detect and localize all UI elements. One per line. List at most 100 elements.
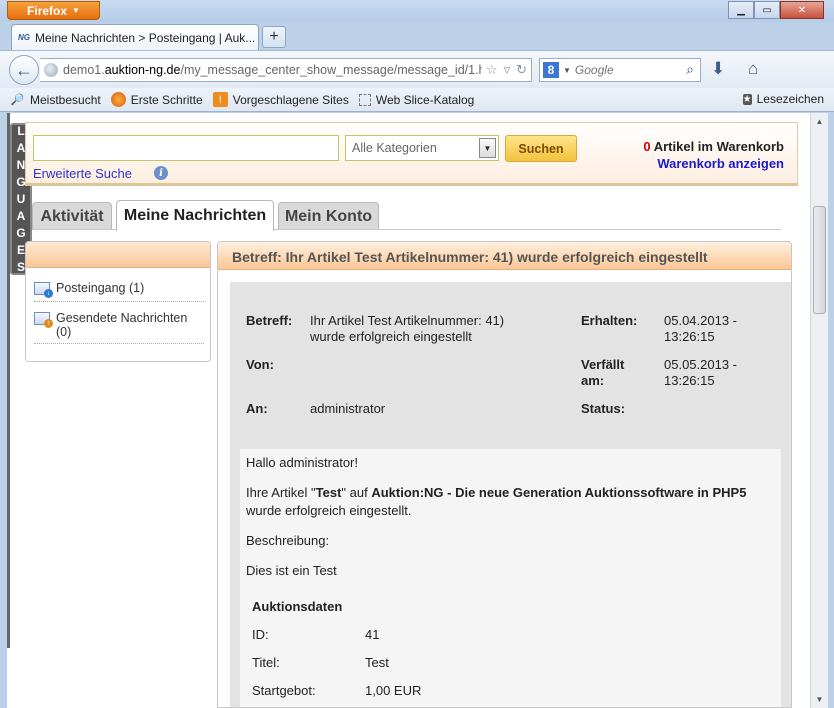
- lightbulb-icon: !: [212, 92, 228, 107]
- search-button[interactable]: Suchen: [505, 135, 577, 162]
- close-window-button[interactable]: ✕: [780, 1, 824, 19]
- vertical-scrollbar[interactable]: ▲ ▼: [810, 113, 828, 708]
- category-select[interactable]: Alle Kategorien ▼: [345, 135, 499, 161]
- subject-line-2: wurde erfolgreich eingestellt: [310, 329, 472, 344]
- bookmark-label: Vorgeschlagene Sites: [232, 92, 349, 107]
- new-tab-button[interactable]: +: [262, 26, 286, 48]
- body-intro-item: Test: [315, 485, 342, 500]
- site-header: Alle Kategorien ▼ Suchen Erweiterte Such…: [25, 122, 798, 186]
- scrollbar-thumb[interactable]: [813, 206, 826, 314]
- message-details: Betreff: Ihr Artikel Test Artikelnummer:…: [230, 282, 791, 707]
- google-engine-icon[interactable]: 8: [543, 62, 559, 78]
- received-line-1: 05.04.2013 -: [664, 313, 738, 328]
- body-greeting: Hallo administrator!: [246, 455, 358, 470]
- browser-tab-active[interactable]: NG Meine Nachrichten > Posteingang | Auk…: [11, 24, 259, 50]
- cart-summary: 0 Artikel im Warenkorb: [643, 139, 784, 154]
- chevron-down-icon[interactable]: ▼: [479, 138, 496, 158]
- auction-data-value: 41: [365, 627, 380, 642]
- auction-data-value: Test: [365, 655, 389, 670]
- languages-letter: E: [16, 242, 25, 257]
- sidebar-item-sent[interactable]: ↑ Gesendete Nachrichten (0): [34, 311, 204, 344]
- dropdown-icon[interactable]: ▿: [504, 62, 511, 78]
- maximize-button[interactable]: ▭: [754, 1, 780, 19]
- scroll-up-icon[interactable]: ▲: [811, 113, 828, 130]
- sidebar-item-inbox[interactable]: ↓ Posteingang (1): [34, 281, 204, 302]
- web-slice-icon: [358, 93, 371, 106]
- url-domain: auktion-ng.de: [104, 63, 181, 77]
- bookmark-most-visited[interactable]: 🔎 Meistbesucht: [10, 92, 101, 107]
- bookmark-label: Web Slice-Katalog: [375, 92, 475, 107]
- bookmarks-toolbar: 🔎 Meistbesucht Erste Schritte ! Vorgesch…: [0, 88, 834, 112]
- web-search-input[interactable]: [574, 63, 675, 77]
- chevron-down-icon[interactable]: ▼: [563, 66, 571, 75]
- bookmark-getting-started[interactable]: Erste Schritte: [110, 92, 203, 107]
- browser-tabstrip: NG Meine Nachrichten > Posteingang | Auk…: [0, 22, 834, 50]
- auction-data-value: 1,00 EUR: [365, 683, 422, 698]
- globe-icon: [44, 63, 58, 77]
- back-button[interactable]: ←: [9, 55, 39, 85]
- sent-envelope-icon: ↑: [34, 312, 53, 328]
- sidebar-item-label: Posteingang (1): [56, 281, 145, 295]
- auction-data-label: Titel:: [252, 655, 280, 670]
- languages-letter: A: [16, 208, 26, 223]
- languages-letter: L: [17, 123, 25, 138]
- auction-data-row: Titel: Test: [252, 654, 502, 672]
- url-host: demo1.: [63, 63, 105, 77]
- expires-line-2: 13:26:15: [664, 373, 715, 388]
- category-select-value: Alle Kategorien: [352, 141, 437, 155]
- tab-my-account[interactable]: Mein Konto: [278, 202, 379, 230]
- body-intro-site: Auktion:NG - Die neue Generation Auktion…: [371, 485, 747, 500]
- to-label: An:: [246, 401, 268, 416]
- auction-data-label: ID:: [252, 627, 269, 642]
- to-value: administrator: [310, 401, 386, 416]
- auction-data-title: Auktionsdaten: [252, 599, 343, 614]
- bookmark-label: Meistbesucht: [30, 92, 101, 107]
- bookmark-star-icon[interactable]: ☆: [486, 62, 498, 78]
- navigation-toolbar: ← demo1. auktion-ng.de/my_message_center_…: [0, 50, 834, 88]
- minimize-button[interactable]: ▁: [728, 1, 754, 19]
- window-controls: ▁ ▭ ✕: [728, 1, 824, 19]
- arrow-left-icon: ←: [15, 59, 33, 80]
- home-icon[interactable]: ⌂: [748, 59, 758, 79]
- chevron-down-icon: ▼: [72, 6, 80, 15]
- download-icon[interactable]: ⬇: [711, 59, 725, 79]
- url-path: /my_message_center_show_message/message_…: [180, 63, 494, 77]
- browser-tab-title: Meine Nachrichten > Posteingang | Auk...: [35, 30, 256, 45]
- expires-label-1: Verfällt: [581, 357, 625, 372]
- window-titlebar: Firefox ▼ ▁ ▭ ✕: [0, 0, 834, 22]
- message-panel: Betreff: Ihr Artikel Test Artikelnummer:…: [217, 241, 792, 708]
- auction-data-label: Startgebot:: [252, 683, 316, 698]
- expires-label-2: am:: [581, 373, 605, 388]
- advanced-search-link[interactable]: Erweiterte Suche: [33, 166, 132, 181]
- search-bar[interactable]: 8 ▼ ⌕: [539, 58, 701, 82]
- auction-data-row: ID: 41: [252, 626, 502, 644]
- firefox-menu-button[interactable]: Firefox ▼: [7, 1, 100, 20]
- subject-line-1: Ihr Artikel Test Artikelnummer: 41): [310, 313, 505, 328]
- url-bar[interactable]: demo1. auktion-ng.de/my_message_center_sh…: [40, 58, 532, 82]
- tab-my-messages[interactable]: Meine Nachrichten: [116, 200, 274, 231]
- scroll-down-icon[interactable]: ▼: [811, 691, 828, 708]
- bookmark-web-slice[interactable]: Web Slice-Katalog: [358, 92, 475, 107]
- cart-count: 0: [643, 139, 651, 154]
- message-body: Hallo administrator! Ihre Artikel "Test"…: [240, 449, 781, 707]
- firefox-icon: [110, 92, 126, 107]
- subject-label: Betreff:: [246, 313, 293, 328]
- message-sidebar: ↓ Posteingang (1) ↑ Gesendete Nachrichte…: [25, 241, 211, 362]
- bookmark-suggested-sites[interactable]: ! Vorgeschlagene Sites: [212, 92, 349, 107]
- page-viewport: L A N G U A G E S Alle Kategorien ▼ Such…: [7, 113, 810, 708]
- bookmarks-menu-label: Lesezeichen: [756, 92, 824, 106]
- firefox-menu-label: Firefox: [27, 3, 68, 18]
- search-icon[interactable]: ⌕: [686, 61, 694, 78]
- site-search-input[interactable]: [33, 135, 339, 161]
- body-description-text: Dies ist ein Test: [246, 563, 337, 578]
- cart-text: Artikel im Warenkorb: [653, 139, 784, 154]
- body-intro-text: wurde erfolgreich eingestellt.: [246, 503, 412, 518]
- bookmarks-menu-button[interactable]: ★ Lesezeichen: [742, 92, 824, 106]
- view-cart-link[interactable]: Warenkorb anzeigen: [657, 156, 784, 171]
- info-icon[interactable]: i: [154, 166, 168, 180]
- message-heading: Betreff: Ihr Artikel Test Artikelnummer:…: [218, 242, 791, 270]
- body-intro: Ihre Artikel "Test" auf Auktion:NG - Die…: [246, 484, 766, 520]
- tab-activity[interactable]: Aktivität: [32, 202, 112, 230]
- site-favicon-icon: NG: [18, 33, 30, 42]
- reload-icon[interactable]: ↻: [516, 62, 527, 78]
